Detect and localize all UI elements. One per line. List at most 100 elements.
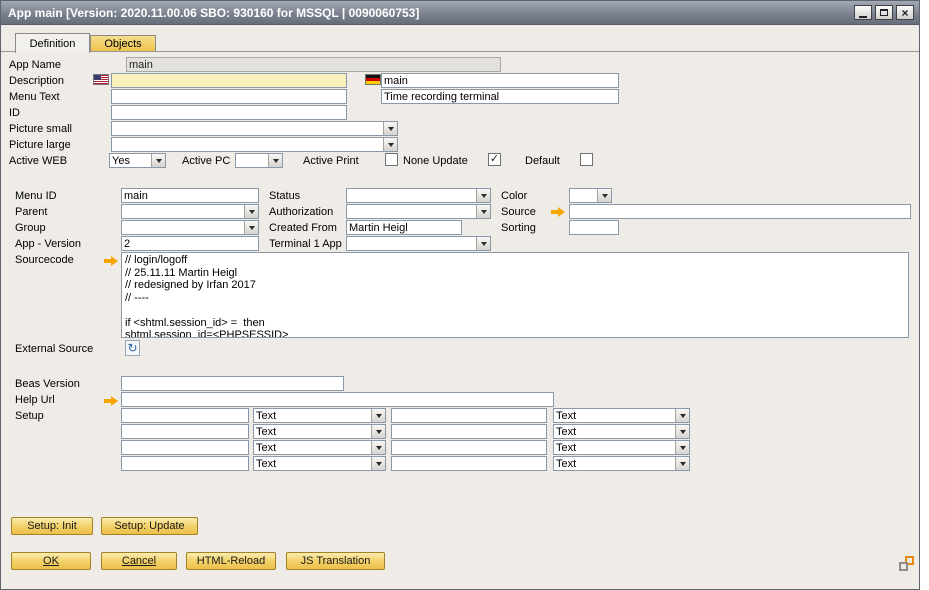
tab-strip-divider xyxy=(1,51,919,52)
sourcecode-link-arrow-icon[interactable] xyxy=(104,256,118,266)
active-print-checkbox[interactable] xyxy=(385,153,398,166)
dropdown-arrow-icon[interactable] xyxy=(383,138,397,151)
picture-large-label: Picture large xyxy=(9,139,71,152)
dropdown-arrow-icon[interactable] xyxy=(244,205,258,218)
source-link-arrow-icon[interactable] xyxy=(551,207,565,217)
app-name-field xyxy=(126,57,501,72)
dropdown-arrow-icon[interactable] xyxy=(268,154,282,167)
setup-row-2-type1-combo[interactable]: Text xyxy=(253,424,386,439)
color-combo[interactable] xyxy=(569,188,612,203)
menu-text-input[interactable] xyxy=(111,89,347,104)
setup-row-3-type2-combo[interactable]: Text xyxy=(553,440,690,455)
setup-row-1-value1-input[interactable] xyxy=(121,408,249,423)
menu-text-de-input[interactable] xyxy=(381,89,619,104)
setup-row-4-value1-input[interactable] xyxy=(121,456,249,471)
resize-grip-icon[interactable] xyxy=(899,556,914,571)
setup-label: Setup xyxy=(15,410,44,423)
setup-update-button[interactable]: Setup: Update xyxy=(101,517,198,535)
description-en-input[interactable] xyxy=(111,73,347,88)
active-web-combo[interactable]: Yes xyxy=(109,153,166,168)
setup-row-1-type1-combo[interactable]: Text xyxy=(253,408,386,423)
dropdown-arrow-icon[interactable] xyxy=(371,409,385,422)
tab-objects[interactable]: Objects xyxy=(90,35,156,51)
dropdown-arrow-icon[interactable] xyxy=(151,154,165,167)
app-window: App main [Version: 2020.11.00.06 SBO: 93… xyxy=(0,0,920,590)
dropdown-arrow-icon[interactable] xyxy=(371,425,385,438)
dropdown-arrow-icon[interactable] xyxy=(383,122,397,135)
minimize-button[interactable] xyxy=(854,5,872,20)
source-input[interactable] xyxy=(569,204,911,219)
setup-row-2-value2-input[interactable] xyxy=(391,424,547,439)
menu-id-input[interactable] xyxy=(121,188,259,203)
active-web-label: Active WEB xyxy=(9,155,67,168)
sorting-label: Sorting xyxy=(501,222,536,235)
authorization-combo[interactable] xyxy=(346,204,491,219)
dropdown-arrow-icon[interactable] xyxy=(675,409,689,422)
external-source-icon[interactable]: ↻ xyxy=(125,340,140,356)
us-flag-icon xyxy=(93,74,109,85)
ok-button[interactable]: OK xyxy=(11,552,91,570)
maximize-button[interactable] xyxy=(875,5,893,20)
setup-row-2-value1-input[interactable] xyxy=(121,424,249,439)
source-label: Source xyxy=(501,206,536,219)
group-combo[interactable] xyxy=(121,220,259,235)
created-from-input[interactable] xyxy=(346,220,462,235)
help-url-input[interactable] xyxy=(121,392,554,407)
setup-row-2-type2-combo[interactable]: Text xyxy=(553,424,690,439)
app-version-input[interactable] xyxy=(121,236,259,251)
dropdown-arrow-icon[interactable] xyxy=(675,457,689,470)
html-reload-button[interactable]: HTML-Reload xyxy=(186,552,276,570)
setup-row-3-type1-combo[interactable]: Text xyxy=(253,440,386,455)
help-url-label: Help Url xyxy=(15,394,55,407)
cancel-button[interactable]: Cancel xyxy=(101,552,177,570)
tab-objects-label: Objects xyxy=(104,38,141,50)
sourcecode-textarea[interactable]: // login/logoff // 25.11.11 Martin Heigl… xyxy=(121,252,909,338)
menu-text-label: Menu Text xyxy=(9,91,60,104)
setup-init-button[interactable]: Setup: Init xyxy=(11,517,93,535)
none-update-label: None Update xyxy=(403,155,468,168)
active-pc-combo[interactable] xyxy=(235,153,283,168)
tab-definition[interactable]: Definition xyxy=(15,33,90,53)
created-from-label: Created From xyxy=(269,222,337,235)
active-web-value: Yes xyxy=(112,155,149,167)
setup-row-3-value1-input[interactable] xyxy=(121,440,249,455)
app-name-label: App Name xyxy=(9,59,61,72)
dropdown-arrow-icon[interactable] xyxy=(476,189,490,202)
dropdown-arrow-icon[interactable] xyxy=(675,425,689,438)
status-combo[interactable] xyxy=(346,188,491,203)
picture-small-combo[interactable] xyxy=(111,121,398,136)
sorting-input[interactable] xyxy=(569,220,619,235)
setup-row-4-value2-input[interactable] xyxy=(391,456,547,471)
parent-combo[interactable] xyxy=(121,204,259,219)
window-title: App main [Version: 2020.11.00.06 SBO: 93… xyxy=(8,6,419,20)
beas-version-label: Beas Version xyxy=(15,378,80,391)
active-print-label: Active Print xyxy=(303,155,359,168)
terminal1-app-combo[interactable] xyxy=(346,236,491,251)
dropdown-arrow-icon[interactable] xyxy=(244,221,258,234)
help-url-link-arrow-icon[interactable] xyxy=(104,396,118,406)
group-label: Group xyxy=(15,222,46,235)
id-input[interactable] xyxy=(111,105,347,120)
close-button[interactable]: × xyxy=(896,5,914,20)
none-update-checkbox[interactable]: ✓ xyxy=(488,153,501,166)
default-checkbox[interactable] xyxy=(580,153,593,166)
app-version-label: App - Version xyxy=(15,238,81,251)
dropdown-arrow-icon[interactable] xyxy=(476,237,490,250)
dropdown-arrow-icon[interactable] xyxy=(371,457,385,470)
setup-row-1-type2-combo[interactable]: Text xyxy=(553,408,690,423)
title-bar[interactable]: App main [Version: 2020.11.00.06 SBO: 93… xyxy=(1,1,919,25)
dropdown-arrow-icon[interactable] xyxy=(476,205,490,218)
js-translation-button[interactable]: JS Translation xyxy=(286,552,385,570)
dropdown-arrow-icon[interactable] xyxy=(675,441,689,454)
dropdown-arrow-icon[interactable] xyxy=(371,441,385,454)
description-de-input[interactable] xyxy=(381,73,619,88)
beas-version-input[interactable] xyxy=(121,376,344,391)
dropdown-arrow-icon[interactable] xyxy=(597,189,611,202)
setup-row-3-value2-input[interactable] xyxy=(391,440,547,455)
external-source-label: External Source xyxy=(15,343,93,356)
picture-small-label: Picture small xyxy=(9,123,72,136)
setup-row-1-value2-input[interactable] xyxy=(391,408,547,423)
setup-row-4-type2-combo[interactable]: Text xyxy=(553,456,690,471)
setup-row-4-type1-combo[interactable]: Text xyxy=(253,456,386,471)
picture-large-combo[interactable] xyxy=(111,137,398,152)
